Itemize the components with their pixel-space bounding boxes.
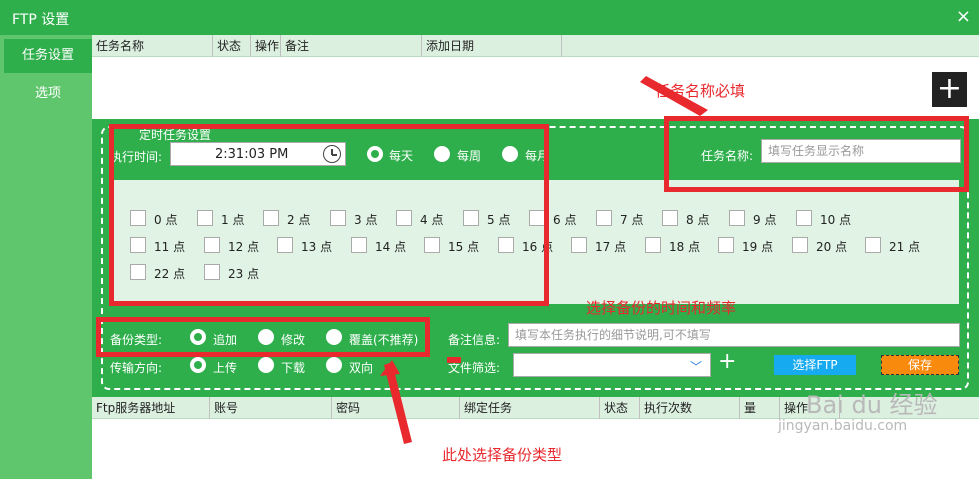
watermark-url: jingyan.baidu.com — [778, 418, 908, 434]
arrow-to-task-name — [640, 76, 708, 116]
red-marker — [447, 357, 461, 363]
watermark-brand: Bai du 经验 — [806, 391, 938, 419]
arrow-head-backup-type — [380, 360, 400, 376]
